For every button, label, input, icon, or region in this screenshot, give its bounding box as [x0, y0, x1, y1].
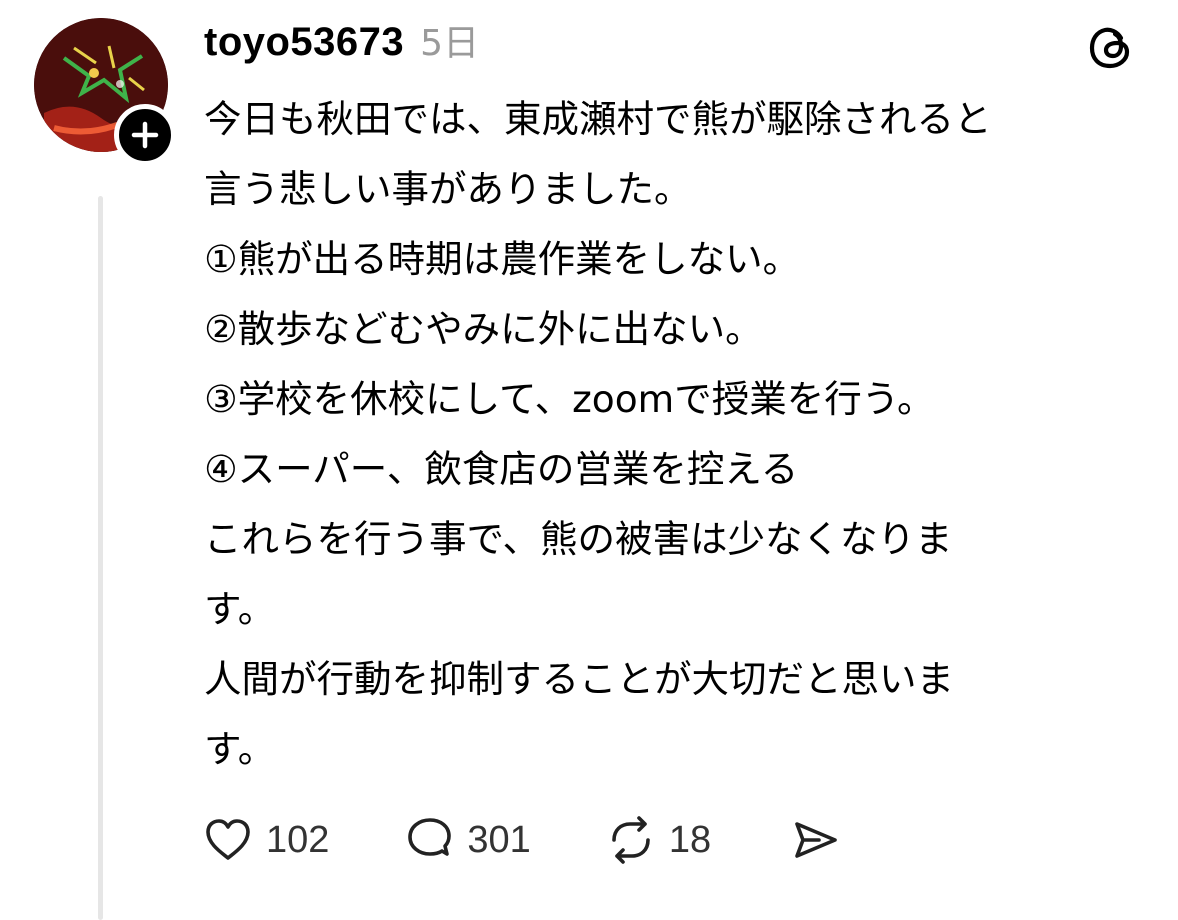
post-line: ③学校を休校にして、zoomで授業を行う。 [204, 377, 935, 421]
timestamp[interactable]: 5日 [420, 14, 479, 66]
like-count: 102 [266, 818, 330, 861]
post-line: ②散歩などむやみに外に出ない。 [204, 307, 763, 351]
post-line: す。 [204, 727, 276, 771]
username[interactable]: toyo53673 [204, 20, 404, 65]
heart-icon [200, 812, 256, 868]
post-line: ④スーパー、飲食店の営業を控える [204, 447, 799, 491]
post-body: 今日も秋田では、東成瀬村で熊が駆除されると 言う悲しい事がありました。 ①熊が出… [204, 84, 1154, 784]
repost-button[interactable]: 18 [603, 812, 711, 868]
like-button[interactable]: 102 [200, 812, 329, 868]
repost-icon [603, 812, 659, 868]
post-line: す。 [204, 587, 276, 631]
threads-logo-icon[interactable] [1086, 22, 1136, 72]
repost-count: 18 [668, 818, 712, 861]
thread-line [98, 196, 103, 920]
post-line: 言う悲しい事がありました。 [204, 167, 692, 211]
share-button[interactable] [787, 812, 843, 868]
plus-icon [131, 121, 159, 149]
reply-button[interactable]: 301 [401, 812, 531, 868]
reply-count: 301 [467, 818, 531, 861]
send-icon [787, 812, 843, 868]
post-line: 今日も秋田では、東成瀬村で熊が駆除されると [204, 97, 992, 141]
post-line: 人間が行動を抑制することが大切だと思いま [204, 657, 954, 701]
post-header: toyo53673 5日 [204, 14, 479, 70]
post-line: ①熊が出る時期は農作業をしない。 [204, 237, 801, 281]
post-line: これらを行う事で、熊の被害は少なくなりま [204, 517, 953, 561]
action-bar: 102 301 18 [200, 810, 843, 870]
follow-button[interactable] [114, 104, 176, 166]
comment-bubble-icon [401, 812, 457, 868]
